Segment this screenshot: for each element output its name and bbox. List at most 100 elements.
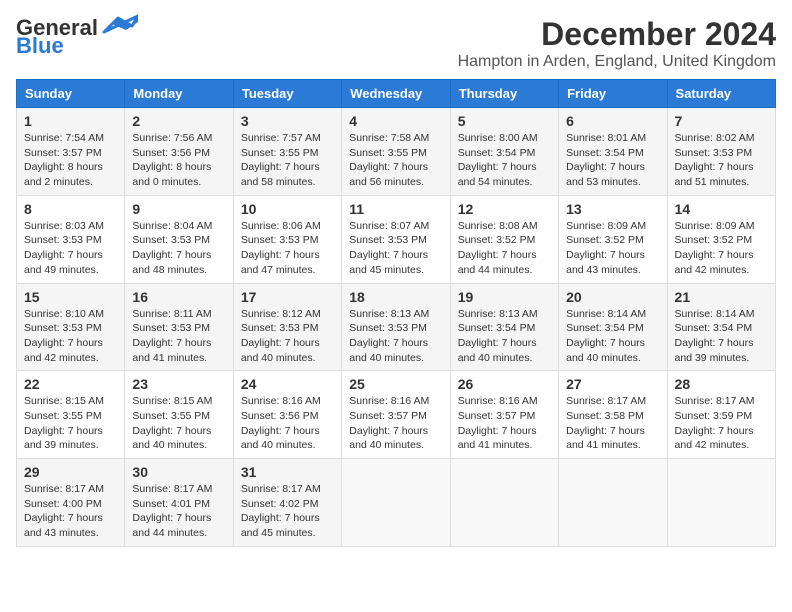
day-cell-9: 9Sunrise: 8:04 AMSunset: 3:53 PMDaylight…	[125, 195, 233, 283]
day-cell-11: 11Sunrise: 8:07 AMSunset: 3:53 PMDayligh…	[342, 195, 450, 283]
day-info: Sunrise: 8:08 AMSunset: 3:52 PMDaylight:…	[458, 219, 551, 278]
day-number: 4	[349, 113, 442, 129]
day-info: Sunrise: 8:02 AMSunset: 3:53 PMDaylight:…	[675, 131, 768, 190]
day-info: Sunrise: 8:16 AMSunset: 3:57 PMDaylight:…	[349, 394, 442, 453]
day-cell-25: 25 Sunrise: 8:16 AMSunset: 3:57 PMDayligh…	[342, 371, 450, 459]
day-info: Sunrise: 7:54 AMSunset: 3:57 PMDaylight:…	[24, 131, 117, 190]
day-info: Sunrise: 7:57 AMSunset: 3:55 PMDaylight:…	[241, 131, 334, 190]
day-cell-28: 28 Sunrise: 8:17 AMSunset: 3:59 PMDayligh…	[667, 371, 775, 459]
header-tuesday: Tuesday	[233, 80, 341, 108]
day-cell-2: 2 Sunrise: 7:56 AMSunset: 3:56 PMDaylight…	[125, 108, 233, 196]
day-number: 30	[132, 464, 225, 480]
day-number: 22	[24, 376, 117, 392]
day-cell-19: 19 Sunrise: 8:13 AMSunset: 3:54 PMDayligh…	[450, 283, 558, 371]
header-wednesday: Wednesday	[342, 80, 450, 108]
day-info: Sunrise: 8:00 AMSunset: 3:54 PMDaylight:…	[458, 131, 551, 190]
week-row-2: 8Sunrise: 8:03 AMSunset: 3:53 PMDaylight…	[17, 195, 776, 283]
day-cell-1: 1Sunrise: 7:54 AMSunset: 3:57 PMDaylight…	[17, 108, 125, 196]
header-friday: Friday	[559, 80, 667, 108]
day-info: Sunrise: 8:09 AMSunset: 3:52 PMDaylight:…	[675, 219, 768, 278]
day-number: 17	[241, 289, 334, 305]
day-number: 31	[241, 464, 334, 480]
day-cell-18: 18Sunrise: 8:13 AMSunset: 3:53 PMDayligh…	[342, 283, 450, 371]
day-cell-16: 16 Sunrise: 8:11 AMSunset: 3:53 PMDayligh…	[125, 283, 233, 371]
day-info: Sunrise: 8:14 AMSunset: 3:54 PMDaylight:…	[675, 307, 768, 366]
day-info: Sunrise: 8:17 AMSunset: 3:59 PMDaylight:…	[675, 394, 768, 453]
day-info: Sunrise: 8:13 AMSunset: 3:53 PMDaylight:…	[349, 307, 442, 366]
day-number: 29	[24, 464, 117, 480]
calendar-header-row: SundayMondayTuesdayWednesdayThursdayFrid…	[17, 80, 776, 108]
day-info: Sunrise: 8:04 AMSunset: 3:53 PMDaylight:…	[132, 219, 225, 278]
location: Hampton in Arden, England, United Kingdo…	[458, 53, 776, 71]
day-number: 10	[241, 201, 334, 217]
week-row-4: 22 Sunrise: 8:15 AMSunset: 3:55 PMDayligh…	[17, 371, 776, 459]
day-cell-31: 31 Sunrise: 8:17 AMSunset: 4:02 PMDayligh…	[233, 459, 341, 547]
day-cell-26: 26 Sunrise: 8:16 AMSunset: 3:57 PMDayligh…	[450, 371, 558, 459]
day-number: 14	[675, 201, 768, 217]
day-info: Sunrise: 8:15 AMSunset: 3:55 PMDaylight:…	[132, 394, 225, 453]
day-info: Sunrise: 7:58 AMSunset: 3:55 PMDaylight:…	[349, 131, 442, 190]
day-number: 23	[132, 376, 225, 392]
day-number: 3	[241, 113, 334, 129]
day-cell-24: 24Sunrise: 8:16 AMSunset: 3:56 PMDayligh…	[233, 371, 341, 459]
day-cell-8: 8Sunrise: 8:03 AMSunset: 3:53 PMDaylight…	[17, 195, 125, 283]
header-saturday: Saturday	[667, 80, 775, 108]
day-cell-4: 4 Sunrise: 7:58 AMSunset: 3:55 PMDaylight…	[342, 108, 450, 196]
day-cell-3: 3 Sunrise: 7:57 AMSunset: 3:55 PMDaylight…	[233, 108, 341, 196]
logo-blue: Blue	[16, 34, 64, 58]
day-number: 21	[675, 289, 768, 305]
day-cell-23: 23 Sunrise: 8:15 AMSunset: 3:55 PMDayligh…	[125, 371, 233, 459]
month-title: December 2024	[458, 16, 776, 53]
day-info: Sunrise: 8:17 AMSunset: 4:01 PMDaylight:…	[132, 482, 225, 541]
day-info: Sunrise: 8:16 AMSunset: 3:56 PMDaylight:…	[241, 394, 334, 453]
day-number: 28	[675, 376, 768, 392]
logo: General Blue	[16, 16, 138, 58]
empty-cell	[559, 459, 667, 547]
day-cell-30: 30 Sunrise: 8:17 AMSunset: 4:01 PMDayligh…	[125, 459, 233, 547]
day-number: 16	[132, 289, 225, 305]
empty-cell	[342, 459, 450, 547]
day-info: Sunrise: 8:01 AMSunset: 3:54 PMDaylight:…	[566, 131, 659, 190]
day-info: Sunrise: 8:12 AMSunset: 3:53 PMDaylight:…	[241, 307, 334, 366]
day-number: 6	[566, 113, 659, 129]
day-cell-15: 15Sunrise: 8:10 AMSunset: 3:53 PMDayligh…	[17, 283, 125, 371]
day-info: Sunrise: 8:15 AMSunset: 3:55 PMDaylight:…	[24, 394, 117, 453]
day-cell-29: 29 Sunrise: 8:17 AMSunset: 4:00 PMDayligh…	[17, 459, 125, 547]
day-number: 8	[24, 201, 117, 217]
page-header: General Blue December 2024 Hampton in Ar…	[16, 16, 776, 71]
day-cell-10: 10 Sunrise: 8:06 AMSunset: 3:53 PMDayligh…	[233, 195, 341, 283]
day-info: Sunrise: 8:13 AMSunset: 3:54 PMDaylight:…	[458, 307, 551, 366]
title-area: December 2024 Hampton in Arden, England,…	[458, 16, 776, 71]
logo-icon	[100, 14, 138, 36]
week-row-5: 29 Sunrise: 8:17 AMSunset: 4:00 PMDayligh…	[17, 459, 776, 547]
day-number: 26	[458, 376, 551, 392]
empty-cell	[450, 459, 558, 547]
week-row-3: 15Sunrise: 8:10 AMSunset: 3:53 PMDayligh…	[17, 283, 776, 371]
day-number: 19	[458, 289, 551, 305]
header-sunday: Sunday	[17, 80, 125, 108]
header-thursday: Thursday	[450, 80, 558, 108]
day-cell-13: 13 Sunrise: 8:09 AMSunset: 3:52 PMDayligh…	[559, 195, 667, 283]
day-cell-7: 7 Sunrise: 8:02 AMSunset: 3:53 PMDaylight…	[667, 108, 775, 196]
day-number: 25	[349, 376, 442, 392]
empty-cell	[667, 459, 775, 547]
day-number: 2	[132, 113, 225, 129]
day-number: 27	[566, 376, 659, 392]
day-number: 13	[566, 201, 659, 217]
day-number: 7	[675, 113, 768, 129]
week-row-1: 1Sunrise: 7:54 AMSunset: 3:57 PMDaylight…	[17, 108, 776, 196]
day-info: Sunrise: 8:17 AMSunset: 4:02 PMDaylight:…	[241, 482, 334, 541]
day-info: Sunrise: 8:06 AMSunset: 3:53 PMDaylight:…	[241, 219, 334, 278]
day-info: Sunrise: 8:09 AMSunset: 3:52 PMDaylight:…	[566, 219, 659, 278]
calendar-table: SundayMondayTuesdayWednesdayThursdayFrid…	[16, 79, 776, 547]
day-cell-22: 22 Sunrise: 8:15 AMSunset: 3:55 PMDayligh…	[17, 371, 125, 459]
day-number: 20	[566, 289, 659, 305]
day-info: Sunrise: 7:56 AMSunset: 3:56 PMDaylight:…	[132, 131, 225, 190]
day-cell-17: 17 Sunrise: 8:12 AMSunset: 3:53 PMDayligh…	[233, 283, 341, 371]
day-info: Sunrise: 8:11 AMSunset: 3:53 PMDaylight:…	[132, 307, 225, 366]
day-info: Sunrise: 8:16 AMSunset: 3:57 PMDaylight:…	[458, 394, 551, 453]
day-info: Sunrise: 8:17 AMSunset: 4:00 PMDaylight:…	[24, 482, 117, 541]
day-cell-27: 27 Sunrise: 8:17 AMSunset: 3:58 PMDayligh…	[559, 371, 667, 459]
day-info: Sunrise: 8:17 AMSunset: 3:58 PMDaylight:…	[566, 394, 659, 453]
day-number: 11	[349, 201, 442, 217]
